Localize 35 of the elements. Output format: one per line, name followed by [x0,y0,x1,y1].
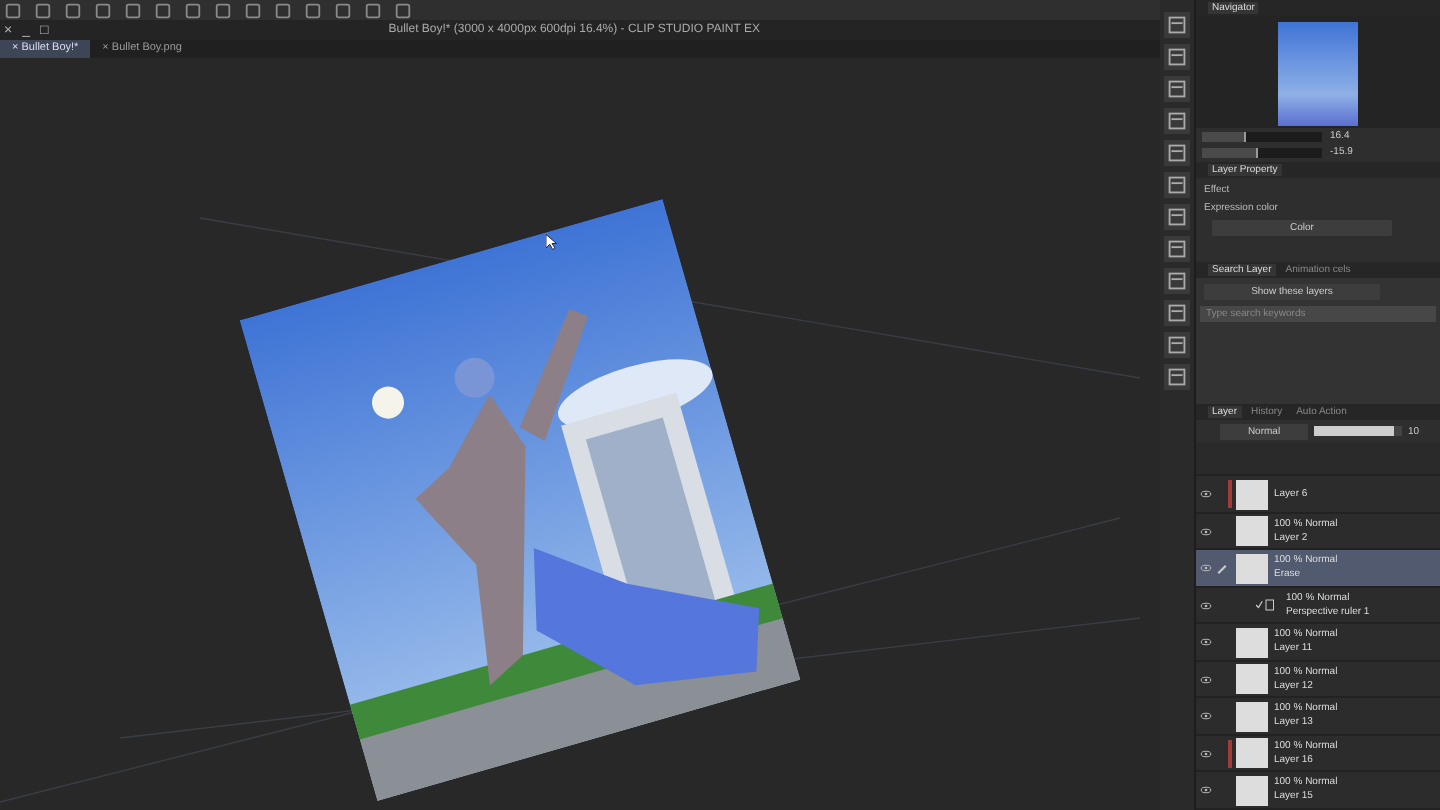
panel-icon[interactable] [1164,268,1190,294]
layer-thumbnail [1236,479,1268,510]
panel-icon[interactable] [1164,364,1190,390]
rotation-slider[interactable] [1202,147,1322,158]
layer-thumbnail [1236,701,1268,732]
eye-icon[interactable] [1200,564,1212,573]
layer-thumbnail [1236,627,1268,658]
layer-thumbnail [1236,516,1268,547]
panel-icon[interactable] [1164,300,1190,326]
layer-thumbnail [1236,553,1268,584]
panel-icon[interactable] [1164,44,1190,70]
panel-icon[interactable] [1164,140,1190,166]
eye-icon[interactable] [1200,675,1212,684]
layer-thumbnail [1236,664,1268,695]
layer-thumbnail [1236,775,1268,806]
eye-icon[interactable] [1200,527,1212,536]
layer-thumbnail [1236,738,1268,769]
eye-icon[interactable] [1200,786,1212,795]
eye-icon[interactable] [1200,490,1212,499]
pen-icon [1216,562,1228,575]
cursor-icon [546,234,558,250]
navigator-preview [1278,22,1358,127]
panel-icon[interactable] [1164,108,1190,134]
panel-icon[interactable] [1164,12,1190,38]
panel-icon[interactable] [1164,76,1190,102]
eye-icon[interactable] [1200,712,1212,721]
panel-icon[interactable] [1164,204,1190,230]
eye-icon[interactable] [1200,749,1212,758]
zoom-slider[interactable] [1202,131,1322,142]
eye-icon[interactable] [1200,601,1212,610]
eye-icon[interactable] [1200,638,1212,647]
panel-icon[interactable] [1164,236,1190,262]
panel-icon[interactable] [1164,332,1190,358]
panel-icon[interactable] [1164,172,1190,198]
ruler-icon [1256,598,1276,613]
